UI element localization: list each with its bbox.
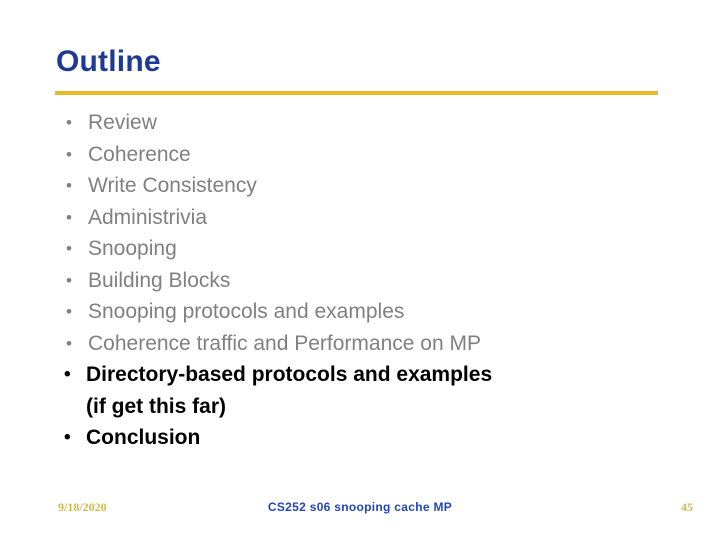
list-item: • Write Consistency (55, 170, 665, 202)
page-title: Outline (56, 45, 161, 78)
list-item-label: Review (88, 111, 157, 134)
bullet-point-icon: • (64, 427, 71, 448)
list-item-label: Write Consistency (88, 174, 257, 197)
list-item-label: Snooping (88, 237, 177, 260)
bullet-point-icon: • (64, 364, 71, 385)
footer-page-number: 45 (681, 500, 693, 514)
list-item: • Coherence (55, 139, 665, 171)
list-item: • Directory-based protocols and examples … (55, 359, 665, 422)
list-item-label: Conclusion (86, 426, 201, 449)
list-item-label: Snooping protocols and examples (88, 300, 405, 323)
slide-footer: 9/18/2020 CS252 s06 snooping cache MP 45 (0, 500, 720, 522)
list-item-label: Building Blocks (88, 268, 231, 292)
list-item: • Building Blocks (55, 265, 665, 297)
list-item: • Snooping protocols and examples (55, 296, 665, 328)
list-item: • Review (55, 107, 665, 139)
list-item: • Conclusion (55, 422, 665, 454)
bullet-point-icon: • (66, 333, 72, 353)
list-item-label: Directory-based protocols and examples (… (86, 363, 493, 418)
list-item: • Coherence traffic and Performance on MP (55, 328, 665, 360)
list-item: • Administrivia (55, 202, 665, 234)
bullet-point-icon: • (66, 302, 72, 321)
bullet-point-icon: • (66, 270, 72, 290)
bullet-point-icon: • (66, 144, 72, 164)
bullet-point-icon: • (66, 207, 72, 227)
outline-bullet-list: • Review • Coherence • Write Consistency • Admi… (55, 107, 665, 454)
bullet-point-icon: • (66, 176, 72, 195)
list-item-label: Administrivia (88, 205, 208, 229)
title-divider (55, 91, 658, 95)
list-item-label: Coherence traffic and Performance on MP (88, 331, 481, 355)
slide: Outline • Review • Coherence • Write Consiste… (0, 0, 720, 540)
footer-course-label: CS252 s06 snooping cache MP (267, 500, 453, 514)
bullet-point-icon: • (66, 113, 72, 132)
bullet-point-icon: • (66, 239, 72, 258)
list-item: • Snooping (55, 233, 665, 265)
list-item-label: Coherence (88, 142, 191, 166)
